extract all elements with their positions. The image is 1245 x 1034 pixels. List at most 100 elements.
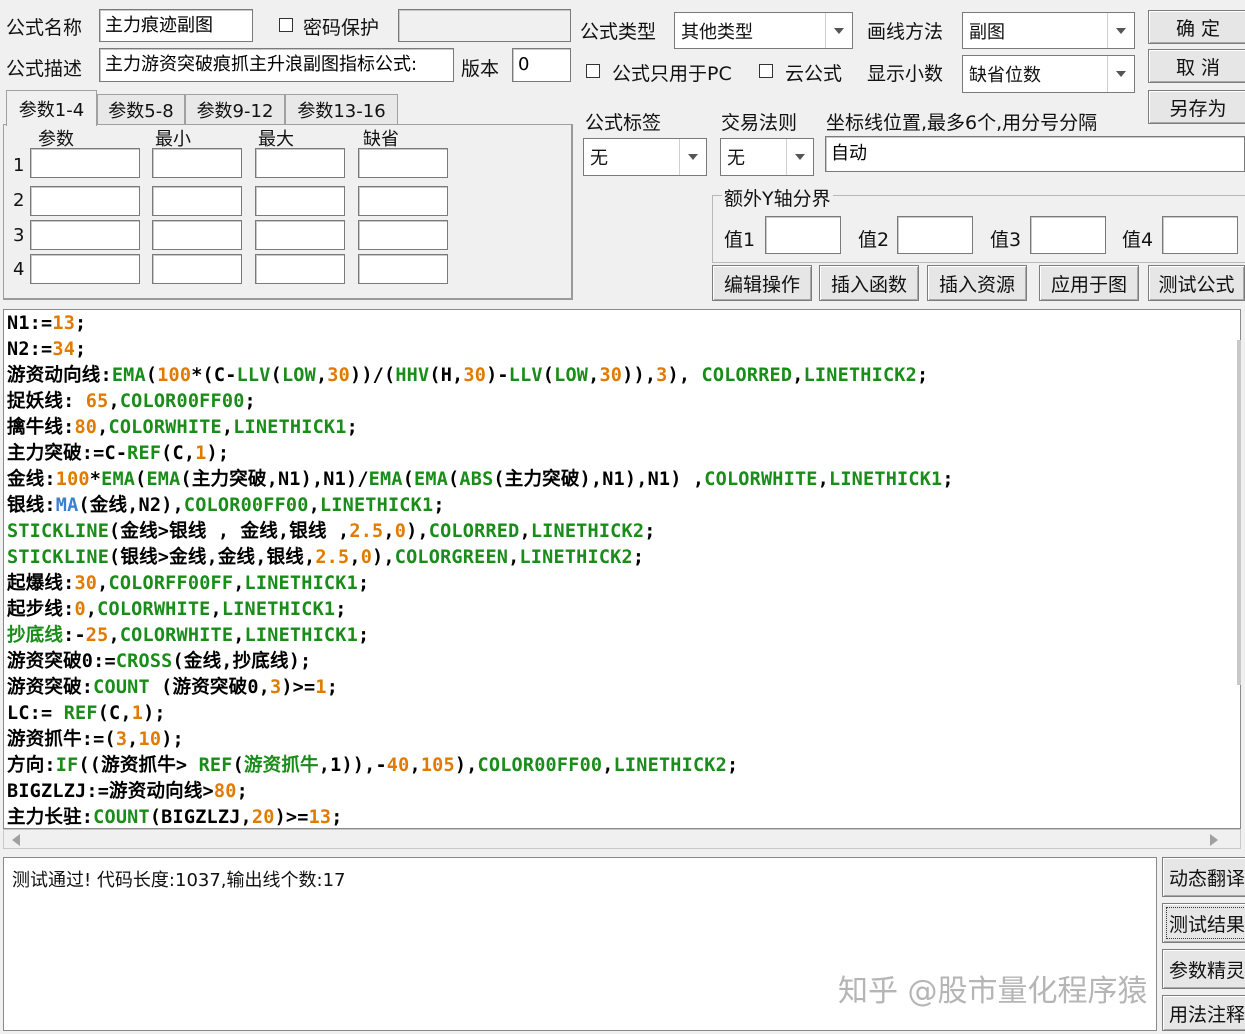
param-default-input-3[interactable] — [358, 220, 448, 250]
insert-function-button[interactable]: 插入函数 — [819, 265, 919, 301]
code-token: COLOR00FF00 — [119, 391, 245, 412]
code-line[interactable]: BIGZLZJ:=游资动向线>80; — [7, 779, 248, 805]
password-checkbox[interactable] — [279, 18, 293, 32]
formula-name-input[interactable]: 主力痕迹副图 — [99, 9, 253, 42]
trade-rule-select[interactable]: 无 — [720, 138, 814, 176]
param-max-input-2[interactable] — [255, 186, 345, 216]
code-token: , — [315, 365, 328, 386]
code-line[interactable]: 擒牛线:80,COLORWHITE,LINETHICK1; — [7, 415, 358, 441]
version-input[interactable]: 0 — [512, 48, 571, 82]
formula-desc-input[interactable]: 主力游资突破痕抓主升浪副图指标公式: — [99, 48, 454, 82]
param-min-input-3[interactable] — [152, 220, 242, 250]
horizontal-scrollbar[interactable] — [3, 829, 1241, 849]
code-line[interactable]: 抄底线:-25,COLORWHITE,LINETHICK1; — [7, 623, 369, 649]
code-token: LINETHICK2 — [613, 755, 727, 776]
code-line[interactable]: STICKLINE(金线>银线 , 金线,银线 ,2.5,0),COLORRED… — [7, 519, 656, 545]
save-as-button[interactable]: 另存为 — [1148, 90, 1245, 124]
axis-position-label: 坐标线位置,最多6个,用分号分隔 — [826, 112, 1098, 134]
usage-notes-button[interactable]: 用法注释 — [1162, 995, 1245, 1031]
draw-method-select[interactable]: 副图 — [962, 12, 1135, 49]
tab-params-5-8[interactable]: 参数5-8 — [97, 94, 185, 124]
code-line[interactable]: 主力突破:=C-REF(C,1); — [7, 441, 229, 467]
code-line[interactable]: LC:= REF(C,1); — [7, 701, 166, 727]
param-max-input-3[interactable] — [255, 220, 345, 250]
test-formula-button[interactable]: 测试公式 — [1148, 265, 1245, 301]
code-editor[interactable]: N1:=13; N2:=34; 游资动向线:EMA(100*(C-LLV(LOW,3… — [3, 309, 1241, 829]
code-line[interactable]: 方向:IF((游资抓牛> REF(游资抓牛,1)),-40,105),COLOR… — [7, 753, 738, 779]
tab-params-13-16[interactable]: 参数13-16 — [285, 94, 398, 124]
code-line[interactable]: N2:=34; — [7, 337, 86, 363]
param-default-input-4[interactable] — [358, 254, 448, 284]
code-token: , — [108, 391, 120, 412]
chevron-down-icon[interactable] — [825, 13, 852, 48]
param-min-input-2[interactable] — [152, 186, 242, 216]
y-value-4-input[interactable] — [1162, 216, 1238, 254]
param-max-input-1[interactable] — [255, 148, 345, 178]
code-token: BIGZLZJ:=游资动向线> — [7, 781, 214, 802]
param-min-input-4[interactable] — [152, 254, 242, 284]
pc-only-checkbox[interactable] — [586, 64, 600, 78]
param-max-input-4[interactable] — [255, 254, 345, 284]
formula-type-select[interactable]: 其他类型 — [674, 12, 853, 49]
param-default-input-2[interactable] — [358, 186, 448, 216]
ok-button[interactable]: 确 定 — [1148, 10, 1245, 44]
insert-resource-button[interactable]: 插入资源 — [927, 265, 1027, 301]
param-name-input-3[interactable] — [30, 220, 140, 250]
code-token: (H, — [429, 365, 464, 386]
y-value-1-input[interactable] — [765, 216, 841, 254]
code-line[interactable]: 主力长驻:COUNT(BIGZLZJ,20)>=13; — [7, 805, 343, 828]
param-name-input-1[interactable] — [30, 148, 140, 178]
decimals-select[interactable]: 缺省位数 — [962, 55, 1135, 93]
formula-tag-select[interactable]: 无 — [583, 138, 707, 176]
apply-to-chart-button[interactable]: 应用于图 — [1039, 265, 1139, 301]
code-line[interactable]: 游资突破:COUNT (游资突破0,3)>=1; — [7, 675, 338, 701]
dynamic-translate-button[interactable]: 动态翻译 — [1162, 857, 1245, 897]
y-value-3-input[interactable] — [1030, 216, 1106, 254]
edit-ops-button[interactable]: 编辑操作 — [712, 265, 812, 301]
chevron-down-icon[interactable] — [1107, 56, 1134, 92]
param-wizard-button[interactable]: 参数精灵 — [1162, 949, 1245, 989]
code-token: (BIGZLZJ, — [149, 807, 252, 828]
chevron-down-icon[interactable] — [679, 139, 706, 175]
test-result-button[interactable]: 测试结果 — [1162, 903, 1245, 943]
code-token: 100 — [157, 365, 192, 386]
cloud-checkbox[interactable] — [759, 64, 773, 78]
code-line[interactable]: 游资动向线:EMA(100*(C-LLV(LOW,30))/(HHV(H,30)… — [7, 363, 928, 389]
code-token: 100 — [55, 469, 90, 490]
param-default-input-1[interactable] — [358, 148, 448, 178]
tab-params-1-4[interactable]: 参数1-4 — [6, 90, 97, 126]
scroll-left-icon[interactable] — [12, 834, 20, 846]
code-token: 20 — [251, 807, 275, 828]
code-line[interactable]: N1:=13; — [7, 311, 86, 337]
code-line[interactable]: 起爆线:30,COLORFF00FF,LINETHICK1; — [7, 571, 369, 597]
chevron-down-icon[interactable] — [786, 139, 813, 175]
code-line[interactable]: 捉妖线: 65,COLOR00FF00; — [7, 389, 256, 415]
y-value-2-input[interactable] — [897, 216, 973, 254]
code-line[interactable]: 游资抓牛:=(3,10); — [7, 727, 184, 753]
code-line[interactable]: 银线:MA(金线,N2),COLOR00FF00,LINETHICK1; — [7, 493, 445, 519]
axis-position-input[interactable]: 自动 — [825, 136, 1245, 172]
param-row-number: 1 — [13, 155, 25, 176]
param-min-input-1[interactable] — [152, 148, 242, 178]
chevron-down-icon[interactable] — [1107, 13, 1134, 48]
code-line[interactable]: 金线:100*EMA(EMA(主力突破,N1),N1)/EMA(EMA(ABS(… — [7, 467, 954, 493]
param-name-input-2[interactable] — [30, 186, 140, 216]
cancel-button[interactable]: 取 消 — [1148, 49, 1245, 83]
code-token: (主力突破),N1),N1) , — [493, 469, 705, 490]
code-line[interactable]: 游资突破0:=CROSS(金线,抄底线); — [7, 649, 311, 675]
code-token: STICKLINE — [7, 547, 110, 568]
code-line[interactable]: 起步线:0,COLORWHITE,LINETHICK1; — [7, 597, 347, 623]
scroll-right-icon[interactable] — [1210, 834, 1218, 846]
param-name-input-4[interactable] — [30, 254, 140, 284]
password-input — [398, 9, 571, 42]
code-token: ; — [357, 573, 370, 594]
code-token: )>= — [274, 807, 309, 828]
cloud-label: 云公式 — [785, 63, 843, 85]
code-token: ( — [270, 365, 282, 386]
decimals-label: 显示小数 — [867, 63, 944, 85]
code-token: 3 — [270, 677, 282, 698]
code-token: COLORFF00FF — [108, 573, 234, 594]
tab-params-9-12[interactable]: 参数9-12 — [185, 94, 285, 124]
code-line[interactable]: STICKLINE(银线>金线,金线,银线,2.5,0),COLORGREEN,… — [7, 545, 644, 571]
vertical-scrollbar[interactable] — [1237, 340, 1241, 685]
